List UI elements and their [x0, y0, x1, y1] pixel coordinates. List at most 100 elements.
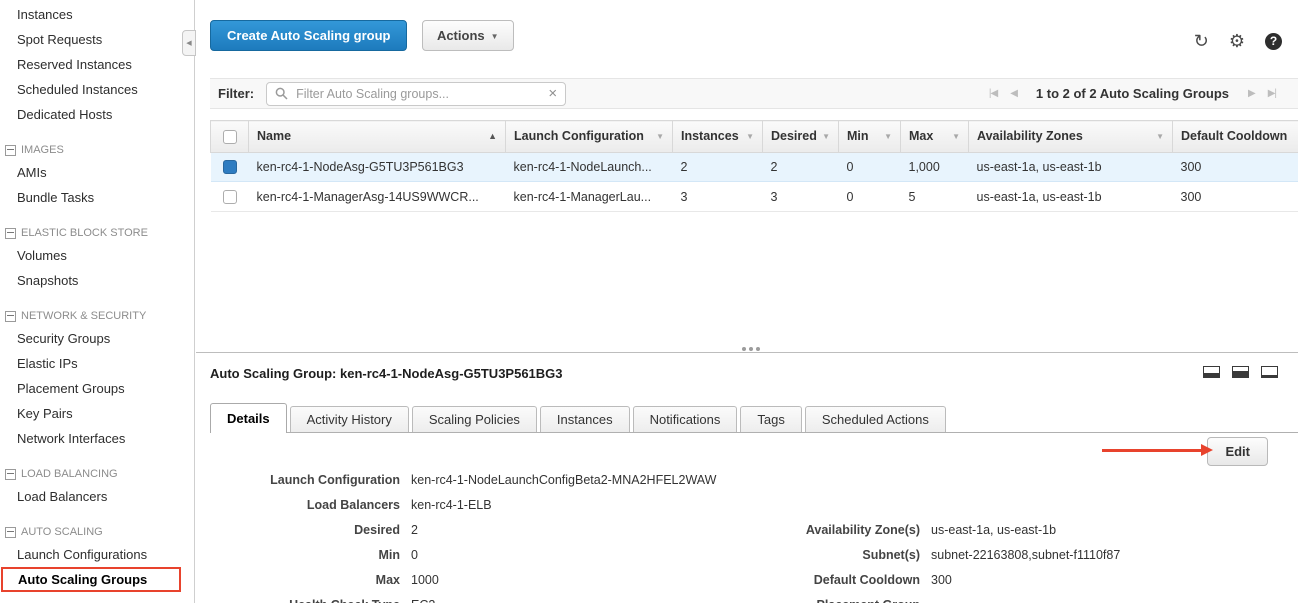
collapse-section-icon — [5, 228, 16, 239]
sidebar-item-amis[interactable]: AMIs — [0, 160, 194, 185]
gear-icon[interactable]: ⚙ — [1229, 32, 1245, 50]
column-filter-caret-icon[interactable]: ▼ — [746, 132, 754, 141]
cell-default-cooldown: 300 — [1173, 152, 1298, 182]
sidebar-section-load-balancing[interactable]: LOAD BALANCING — [0, 464, 194, 484]
sidebar-item-spot-requests[interactable]: Spot Requests — [0, 27, 194, 52]
sidebar-item-placement-groups[interactable]: Placement Groups — [0, 376, 194, 401]
sidebar-section-network-security[interactable]: NETWORK & SECURITY — [0, 306, 194, 326]
field-value: 1000 — [411, 573, 439, 587]
sidebar-item-launch-configurations[interactable]: Launch Configurations — [0, 542, 194, 567]
row-checkbox[interactable] — [223, 190, 237, 204]
sidebar-item-network-interfaces[interactable]: Network Interfaces — [0, 426, 194, 451]
cell-default-cooldown: 300 — [1173, 182, 1298, 212]
select-all-header[interactable] — [211, 121, 249, 153]
column-header-max[interactable]: ▼ Max — [901, 121, 969, 153]
collapse-section-icon — [5, 527, 16, 538]
table-row[interactable]: ken-rc4-1-ManagerAsg-14US9WWCR... ken-rc… — [211, 182, 1298, 212]
sidebar-section-label: AUTO SCALING — [21, 526, 103, 538]
tab-tags[interactable]: Tags — [740, 406, 801, 432]
filter-search-box[interactable]: × — [266, 82, 566, 106]
clear-filter-icon[interactable]: × — [548, 87, 557, 101]
pane-split-layout-icon[interactable] — [1232, 366, 1249, 378]
row-checkbox-checked[interactable] — [223, 160, 237, 174]
column-header-launch-configuration[interactable]: ▼ Launch Configuration — [506, 121, 673, 153]
cell-instances: 2 — [673, 152, 763, 182]
field-value: ken-rc4-1-ELB — [411, 498, 492, 512]
column-filter-caret-icon[interactable]: ▼ — [822, 132, 830, 141]
pagination-last-button[interactable]: ▶| — [1268, 88, 1276, 99]
column-label: Name — [257, 129, 291, 143]
table-header-row: ▲Name ▼ Launch Configuration ▼Instances ▼… — [211, 121, 1298, 153]
tab-notifications[interactable]: Notifications — [633, 406, 738, 432]
actions-button[interactable]: Actions▼ — [422, 20, 514, 51]
splitter-drag-handle-icon[interactable] — [742, 347, 746, 351]
sidebar-item-security-groups[interactable]: Security Groups — [0, 326, 194, 351]
field-label: Subnet(s) — [770, 548, 920, 562]
sidebar-section-label: IMAGES — [21, 144, 64, 156]
sidebar-collapse-button[interactable]: ◀ — [182, 30, 196, 56]
column-header-desired[interactable]: ▼Desired — [763, 121, 839, 153]
tab-scheduled-actions[interactable]: Scheduled Actions — [805, 406, 946, 432]
field-label: Placement Group — [770, 598, 920, 603]
sidebar-item-instances[interactable]: Instances — [0, 2, 194, 27]
tab-instances[interactable]: Instances — [540, 406, 630, 432]
sidebar-item-bundle-tasks[interactable]: Bundle Tasks — [0, 185, 194, 210]
sidebar-item-dedicated-hosts[interactable]: Dedicated Hosts — [0, 102, 194, 127]
sidebar-section-label: NETWORK & SECURITY — [21, 310, 146, 322]
help-icon[interactable]: ? — [1265, 33, 1282, 50]
select-all-checkbox[interactable] — [223, 130, 237, 144]
header-icons: ↻ ⚙ ? — [1194, 32, 1282, 50]
column-label: Availability Zones — [977, 129, 1083, 143]
sidebar-item-snapshots[interactable]: Snapshots — [0, 268, 194, 293]
edit-button[interactable]: Edit — [1207, 437, 1268, 466]
column-header-availability-zones[interactable]: ▼ Availability Zones — [969, 121, 1173, 153]
refresh-icon[interactable]: ↻ — [1194, 32, 1209, 50]
field-label: Health Check Type — [210, 598, 400, 603]
tab-details[interactable]: Details — [210, 403, 287, 433]
column-filter-caret-icon[interactable]: ▼ — [952, 132, 960, 141]
collapse-arrow-icon: ◀ — [186, 39, 191, 47]
pagination-next-button[interactable]: ▶ — [1248, 88, 1255, 99]
column-header-default-cooldown[interactable]: Default Cooldown — [1173, 121, 1298, 153]
filter-input[interactable] — [294, 86, 542, 102]
sidebar-item-elastic-ips[interactable]: Elastic IPs — [0, 351, 194, 376]
sidebar-item-reserved-instances[interactable]: Reserved Instances — [0, 52, 194, 77]
field-label: Load Balancers — [210, 498, 400, 512]
row-select-cell[interactable] — [211, 182, 249, 212]
column-filter-caret-icon[interactable]: ▼ — [656, 132, 664, 141]
column-filter-caret-icon[interactable]: ▼ — [1156, 132, 1164, 141]
auto-scaling-groups-table: ▲Name ▼ Launch Configuration ▼Instances ▼… — [210, 120, 1298, 212]
create-auto-scaling-group-button[interactable]: Create Auto Scaling group — [210, 20, 407, 51]
column-label: Max — [909, 129, 933, 143]
pane-minimal-layout-icon[interactable] — [1261, 366, 1278, 378]
cell-desired: 3 — [763, 182, 839, 212]
tab-scaling-policies[interactable]: Scaling Policies — [412, 406, 537, 432]
sidebar-section-images[interactable]: IMAGES — [0, 140, 194, 160]
row-select-cell[interactable] — [211, 152, 249, 182]
column-header-name[interactable]: ▲Name — [249, 121, 506, 153]
sidebar-item-key-pairs[interactable]: Key Pairs — [0, 401, 194, 426]
pagination-first-button[interactable]: |◀ — [989, 88, 997, 99]
sidebar-item-scheduled-instances[interactable]: Scheduled Instances — [0, 77, 194, 102]
tab-activity-history[interactable]: Activity History — [290, 406, 409, 432]
column-label: Launch Configuration — [514, 129, 644, 143]
sidebar-section-auto-scaling[interactable]: AUTO SCALING — [0, 522, 194, 542]
sidebar-section-elastic-block-store[interactable]: ELASTIC BLOCK STORE — [0, 223, 194, 243]
cell-launch-configuration: ken-rc4-1-ManagerLau... — [506, 182, 673, 212]
pane-bottom-layout-icon[interactable] — [1203, 366, 1220, 378]
column-header-instances[interactable]: ▼Instances — [673, 121, 763, 153]
field-row: Desired 2 — [210, 523, 770, 548]
chevron-down-icon: ▼ — [491, 32, 499, 41]
sidebar-item-auto-scaling-groups[interactable]: Auto Scaling Groups — [1, 567, 181, 592]
pagination-prev-button[interactable]: ◀ — [1010, 88, 1017, 99]
column-filter-caret-icon[interactable]: ▼ — [884, 132, 892, 141]
field-row: Subnet(s) subnet-22163808,subnet-f1110f8… — [770, 548, 1290, 573]
field-value: EC2 — [411, 598, 435, 603]
table-row[interactable]: ken-rc4-1-NodeAsg-G5TU3P561BG3 ken-rc4-1… — [211, 152, 1298, 182]
cell-min: 0 — [839, 152, 901, 182]
sidebar-item-volumes[interactable]: Volumes — [0, 243, 194, 268]
sidebar-item-load-balancers[interactable]: Load Balancers — [0, 484, 194, 509]
sidebar-section-label: LOAD BALANCING — [21, 468, 118, 480]
toolbar: Create Auto Scaling group Actions▼ — [210, 20, 514, 51]
column-header-min[interactable]: ▼Min — [839, 121, 901, 153]
